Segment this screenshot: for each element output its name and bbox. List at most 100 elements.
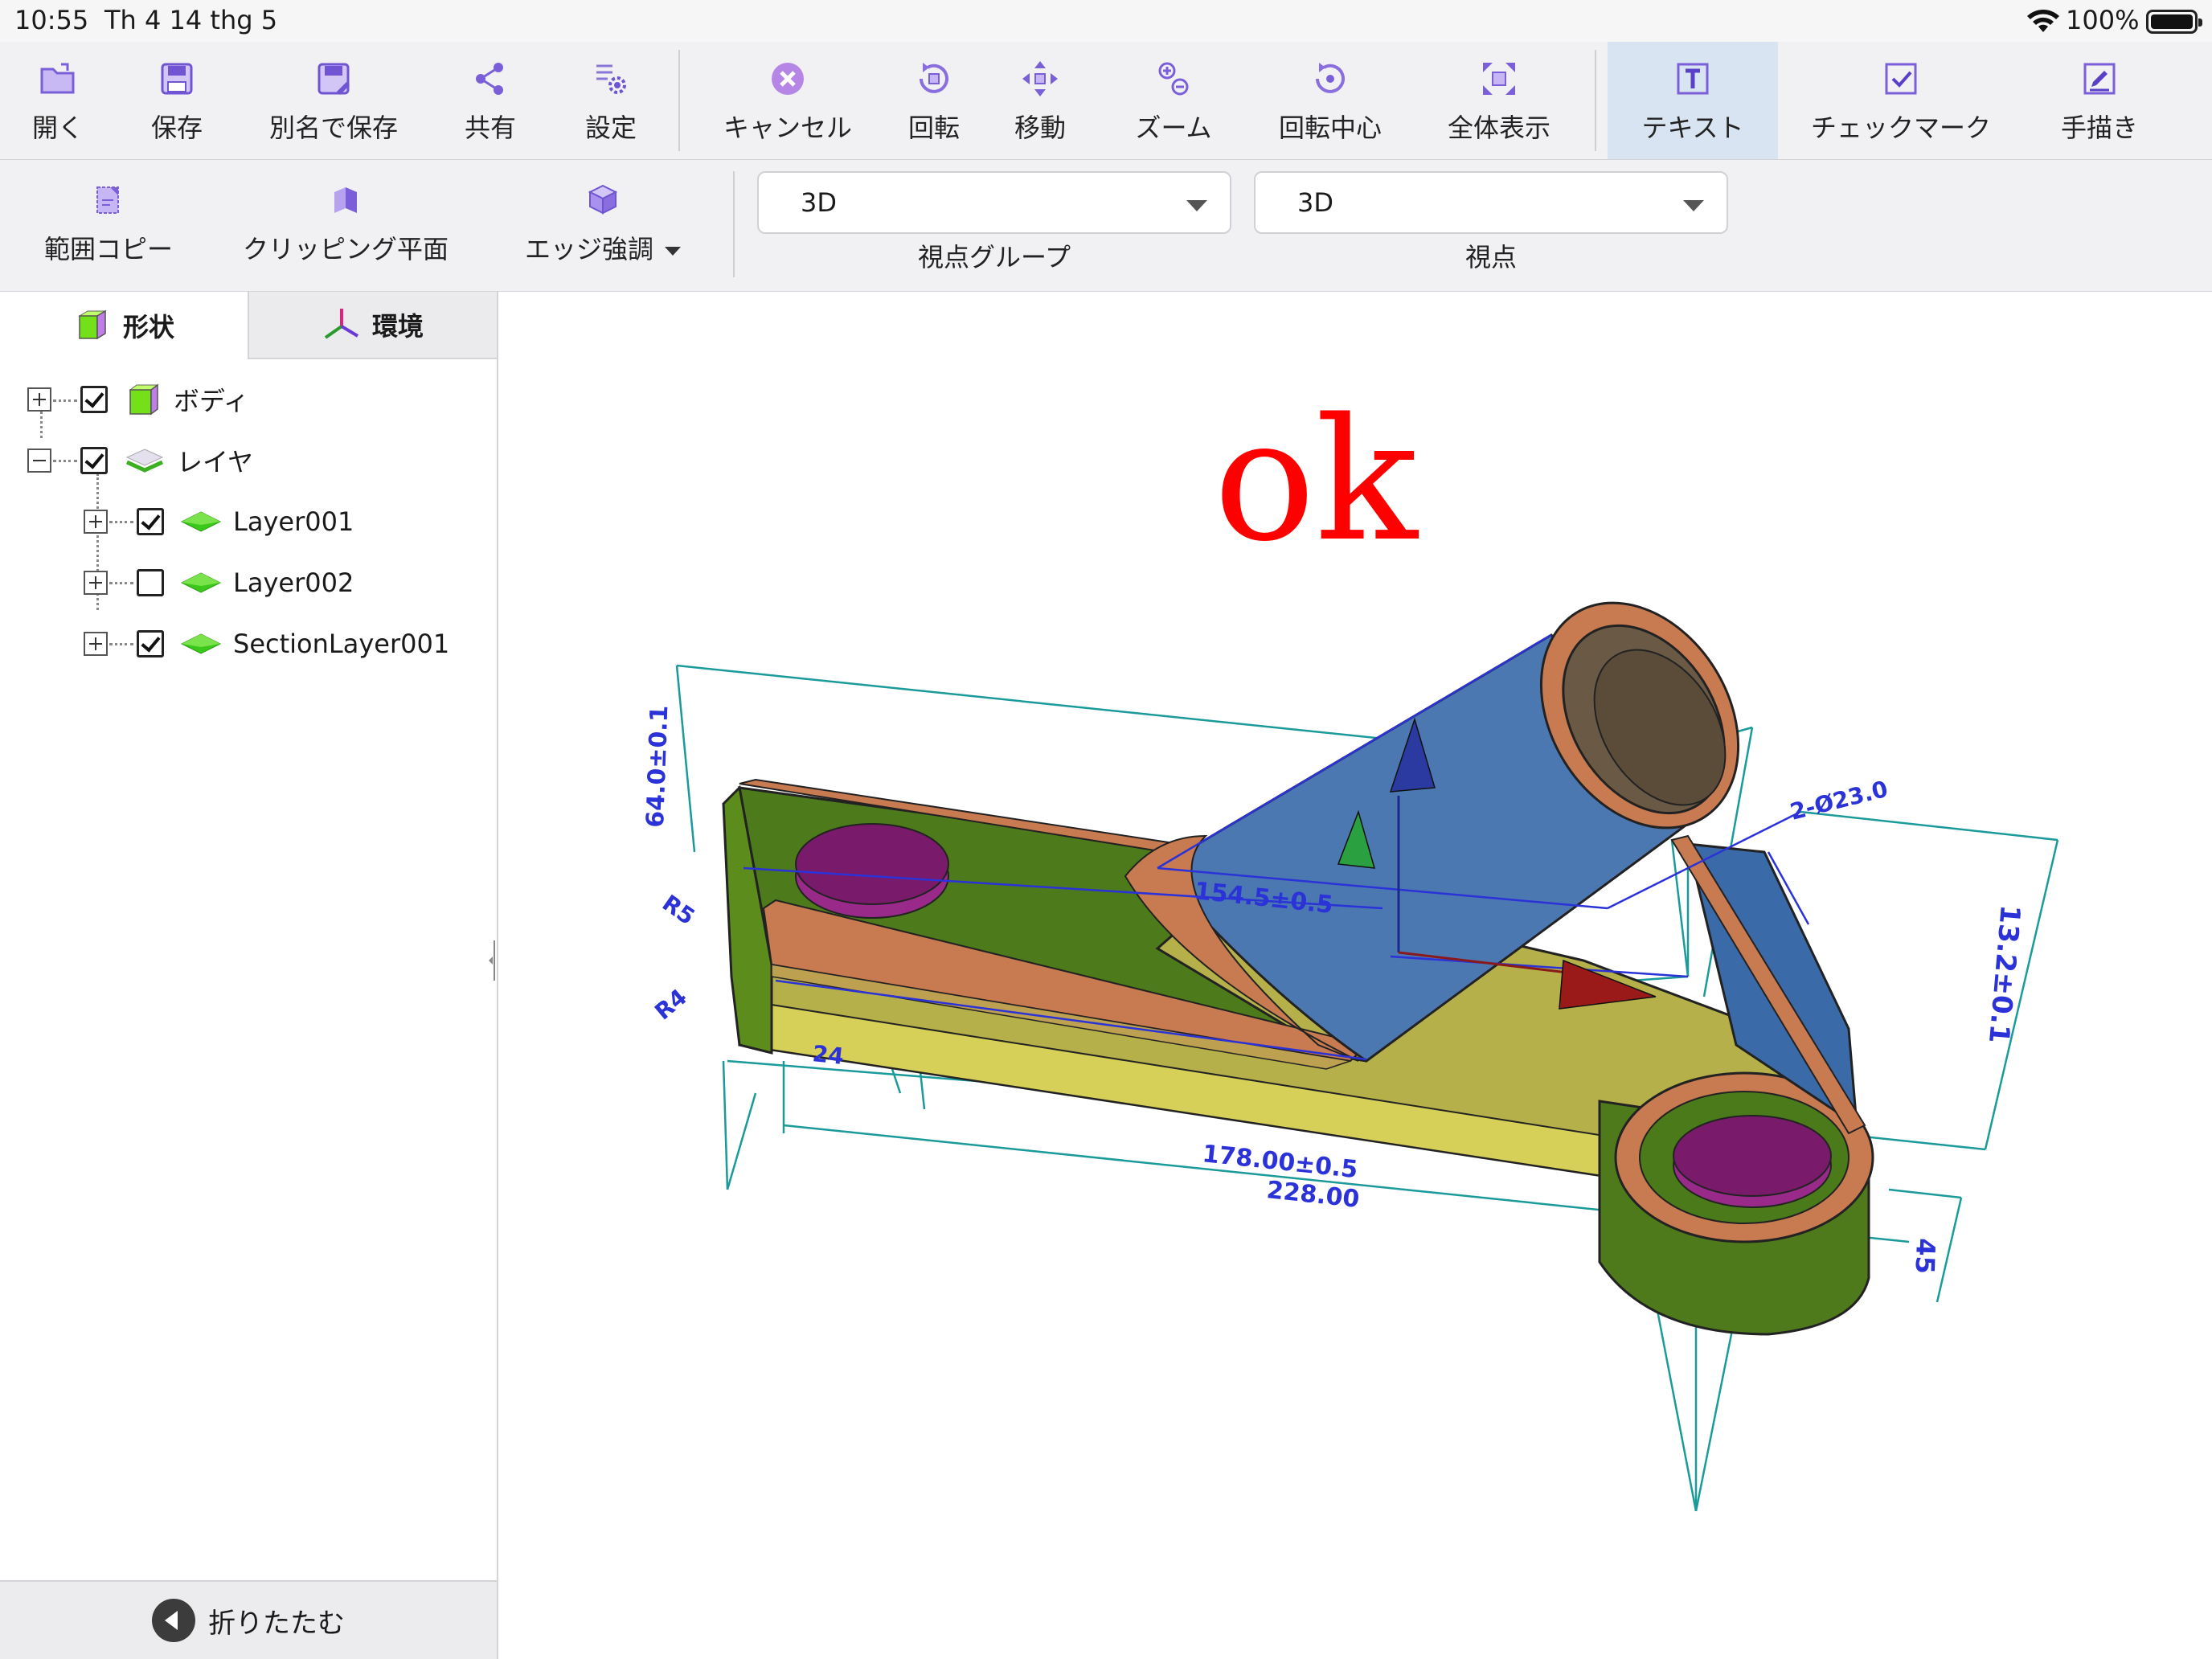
save-icon: [161, 63, 193, 95]
chevron-down-icon: [1683, 200, 1704, 211]
battery-icon: [2146, 10, 2202, 34]
text-icon: [1677, 63, 1709, 95]
rotation-center-icon: [1316, 63, 1345, 93]
settings-icon: [596, 64, 626, 94]
zoom-button[interactable]: ズーム: [1125, 42, 1222, 159]
text-tool-label: テキスト: [1641, 113, 1744, 143]
edge-emphasis-button[interactable]: エッジ強調: [514, 160, 691, 289]
layers-checkbox[interactable]: [80, 447, 108, 474]
right-hole-cap: [1673, 1115, 1832, 1197]
dimension-label[interactable]: 24: [811, 1040, 845, 1070]
move-icon: [1022, 61, 1058, 96]
dimension-label[interactable]: 64.0±0.1: [641, 705, 674, 828]
zoom-icon: [1158, 62, 1189, 96]
tab-shape-label: 形状: [122, 312, 174, 342]
rotate-icon: [920, 63, 948, 93]
layers-icon: [125, 449, 164, 473]
edge-emphasis-label: エッジ強調: [525, 229, 681, 266]
expand-icon[interactable]: [84, 571, 108, 595]
chevron-left-icon: [152, 1599, 195, 1642]
move-label: 移動: [1014, 113, 1066, 143]
tree-item-layers[interactable]: レイヤ: [27, 440, 253, 481]
freehand-icon: [2083, 63, 2116, 95]
chevron-down-icon: [665, 246, 681, 256]
folder-open-icon: [40, 63, 75, 94]
dimension-label[interactable]: 2-Ø23.0: [1788, 776, 1890, 825]
dimension-label[interactable]: R4: [649, 984, 692, 1026]
share-icon: [476, 63, 503, 95]
expand-icon[interactable]: [84, 510, 108, 534]
tree-label: レイヤ: [177, 447, 254, 477]
dimension-label[interactable]: 45: [1909, 1238, 1941, 1275]
body-checkbox[interactable]: [80, 386, 108, 413]
dimension-label[interactable]: 13.2±0.1: [1982, 903, 2026, 1044]
view-toolbar: 範囲コピー クリッピング平面 エッジ強調 3D 視点グループ 3D 視点: [0, 160, 2212, 293]
settings-button[interactable]: 設定: [571, 42, 651, 159]
main-toolbar: 開く 保存 別名で保存 共有 設定 キャンセル 回転 移動 ズーム 回転中心 全…: [0, 42, 2212, 161]
viewpoint-select[interactable]: 3D: [1254, 171, 1728, 234]
status-date: Th 4 14 thg 5: [104, 5, 278, 35]
range-copy-icon: [96, 186, 119, 214]
move-button[interactable]: 移動: [1000, 42, 1080, 159]
layer001-checkbox[interactable]: [137, 508, 164, 535]
shape-cube-icon: [78, 309, 107, 340]
checkmark-icon: [1885, 63, 1917, 95]
cad-model[interactable]: 64.0±0.1 154.5±0.5 178.00±0.5 228.00 13.…: [498, 292, 2212, 1659]
collapse-panel-button[interactable]: 折りたたむ: [0, 1580, 497, 1659]
status-bar: 10:55 Th 4 14 thg 5 100%: [0, 0, 2212, 42]
tree-label: Layer002: [233, 567, 354, 598]
expand-icon[interactable]: [84, 632, 108, 656]
settings-label: 設定: [584, 113, 637, 143]
range-copy-button[interactable]: 範囲コピー: [32, 160, 185, 289]
tab-environment[interactable]: 環境: [249, 292, 497, 359]
rotate-button[interactable]: 回転: [894, 42, 974, 159]
open-button[interactable]: 開く: [16, 42, 100, 159]
expand-icon[interactable]: [27, 387, 51, 412]
edge-emphasis-text: エッジ強調: [524, 234, 653, 264]
tab-shape[interactable]: 形状: [0, 292, 249, 359]
collapse-icon[interactable]: [27, 449, 51, 473]
panel-tabs: 形状 環境: [0, 292, 497, 359]
body-cube-icon: [129, 383, 159, 416]
toolbar-divider: [678, 50, 680, 151]
layer-icon: [180, 572, 222, 593]
battery-percent: 100%: [2066, 5, 2140, 35]
dimension-label[interactable]: R5: [657, 890, 700, 931]
tree-item-layer002[interactable]: Layer002: [84, 562, 354, 604]
view-group-caption: 視点グループ: [917, 242, 1071, 272]
fit-all-label: 全体表示: [1447, 113, 1550, 143]
sectionlayer001-checkbox[interactable]: [137, 630, 164, 657]
rotation-center-button[interactable]: 回転中心: [1270, 42, 1391, 159]
left-hole-cap: [795, 823, 949, 905]
3d-viewport[interactable]: ok 64.0±0.1 154.5±0.5 178.00±0.5 228.00 …: [498, 292, 2212, 1659]
tab-environment-label: 環境: [371, 311, 424, 342]
tree-item-body[interactable]: ボディ: [27, 379, 249, 420]
rotate-label: 回転: [907, 113, 960, 143]
layer-icon: [180, 633, 222, 654]
wifi-icon: [2027, 9, 2059, 32]
checkmark-button[interactable]: チェックマーク: [1800, 42, 2001, 159]
share-button[interactable]: 共有: [450, 42, 530, 159]
fit-all-button[interactable]: 全体表示: [1439, 42, 1559, 159]
share-label: 共有: [464, 113, 516, 143]
collapse-label: 折りたたむ: [208, 1607, 345, 1640]
cancel-button[interactable]: キャンセル: [707, 42, 868, 159]
save-as-button[interactable]: 別名で保存: [257, 42, 410, 159]
layer002-checkbox[interactable]: [137, 569, 164, 596]
tree-item-sectionlayer001[interactable]: SectionLayer001: [84, 623, 449, 665]
toolbar-divider: [1595, 50, 1596, 151]
freehand-button[interactable]: 手描き: [2048, 42, 2151, 159]
save-button[interactable]: 保存: [137, 42, 217, 159]
rotation-center-label: 回転中心: [1278, 113, 1382, 143]
save-as-icon: [317, 63, 350, 95]
status-time: 10:55: [14, 5, 89, 35]
clipping-plane-button[interactable]: クリッピング平面: [233, 160, 458, 289]
view-group-select[interactable]: 3D: [757, 171, 1231, 234]
open-label: 開く: [31, 113, 84, 143]
tree-label: Layer001: [233, 506, 354, 537]
checkmark-label: チェックマーク: [1810, 113, 1991, 143]
tree-item-layer001[interactable]: Layer001: [84, 501, 354, 543]
fit-all-icon: [1483, 63, 1515, 95]
text-tool-button[interactable]: テキスト: [1608, 42, 1778, 159]
tree-label: ボディ: [174, 386, 249, 416]
